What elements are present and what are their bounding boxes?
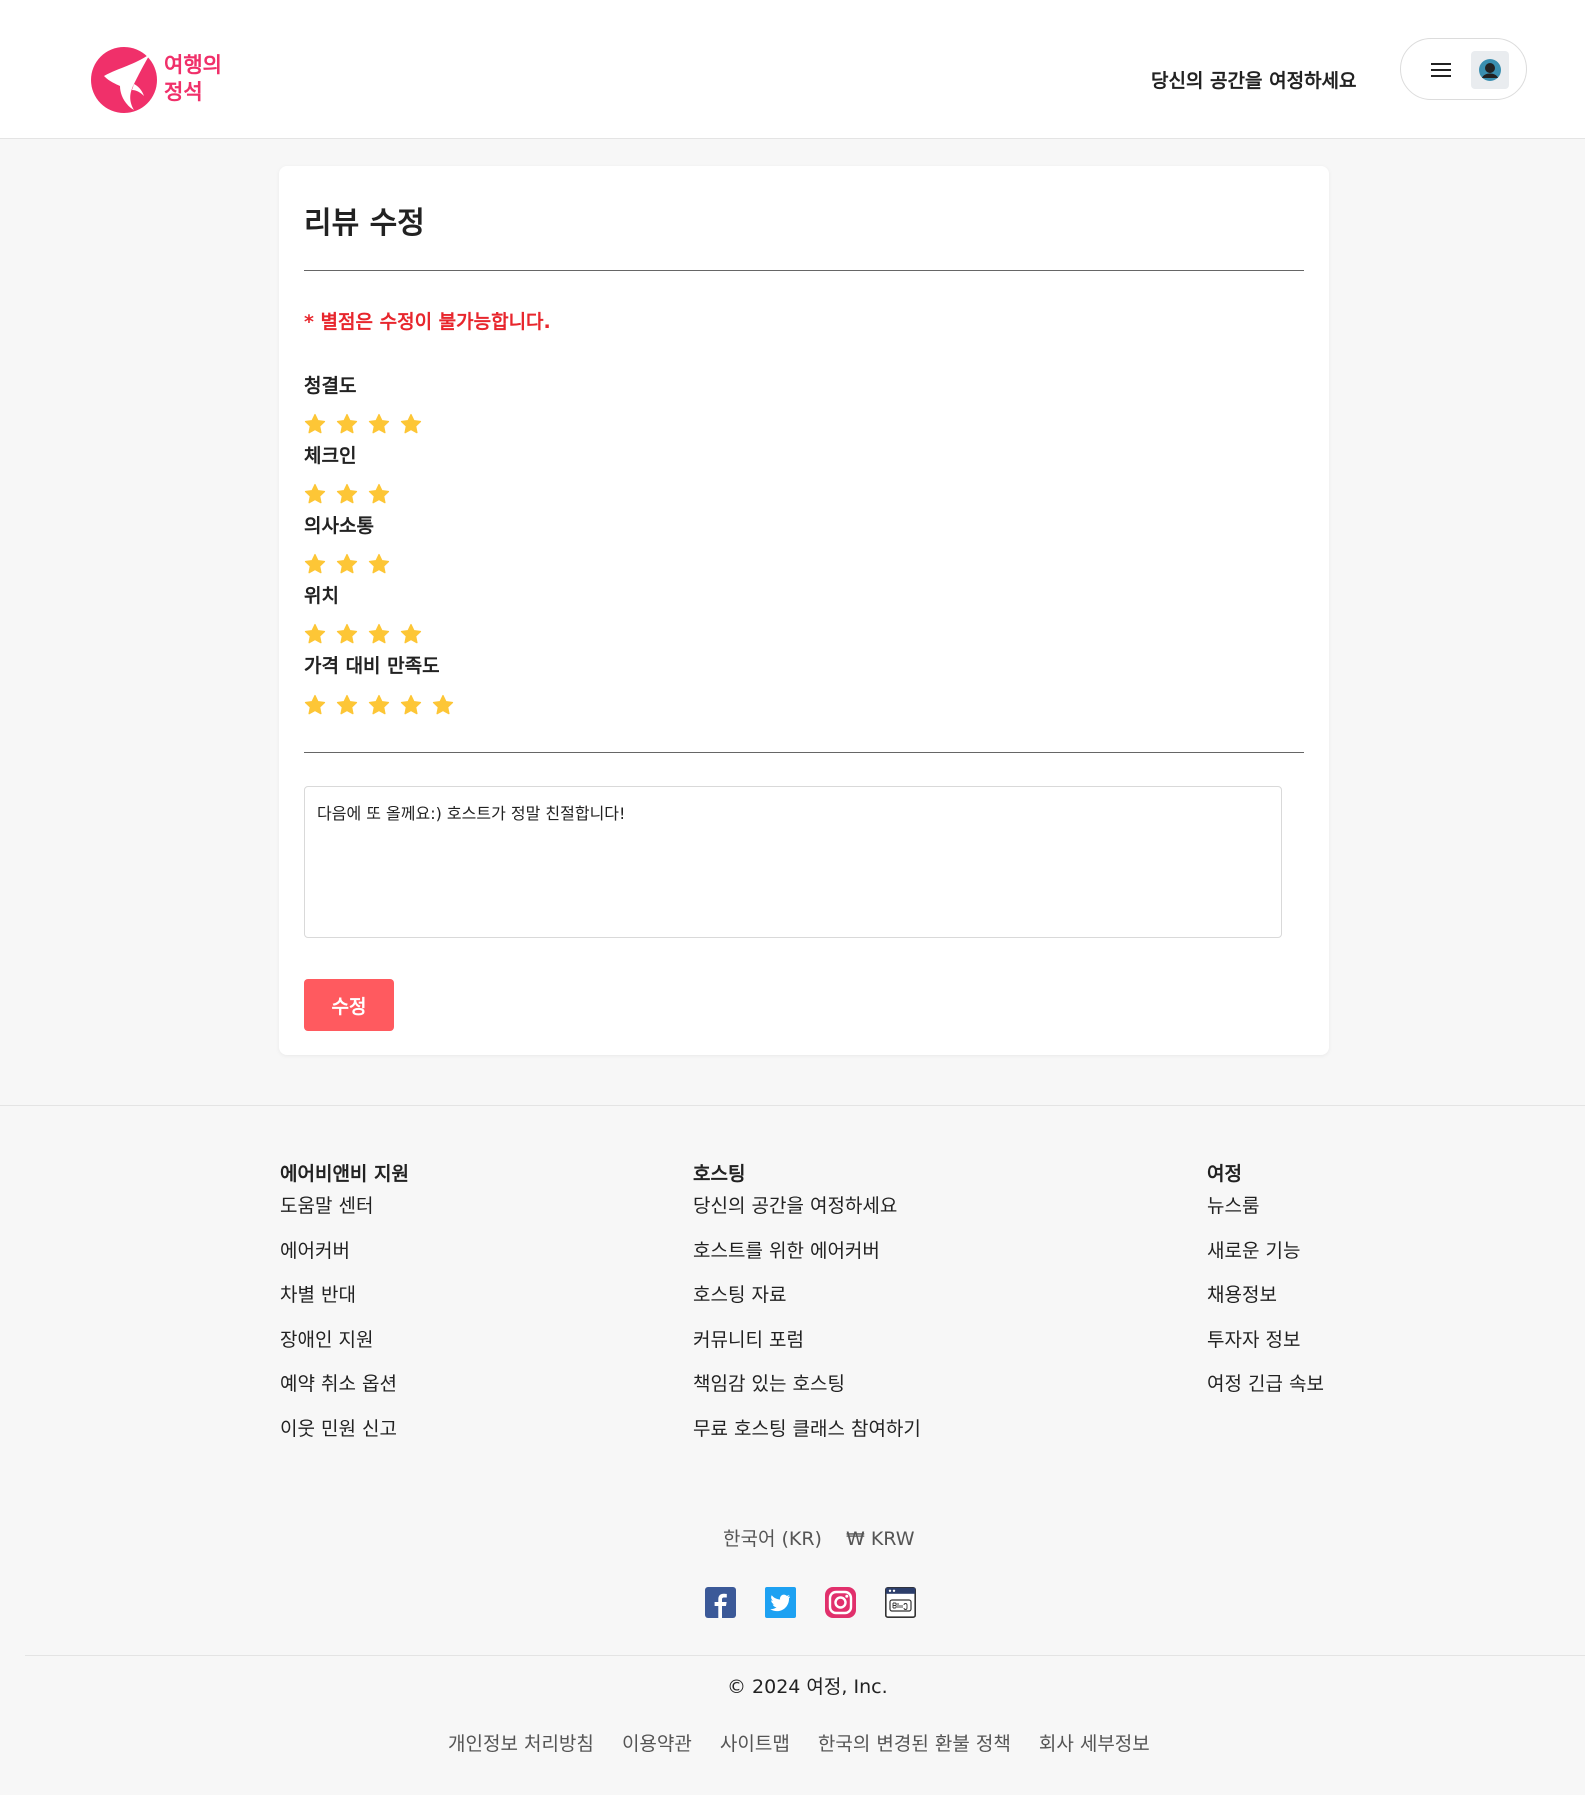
footer-link[interactable]: 도움말 센터 — [280, 1191, 409, 1236]
refund-policy-link[interactable]: 한국의 변경된 환불 정책 — [818, 1733, 1011, 1755]
rating-stars-checkin — [304, 483, 400, 507]
rating-label-checkin: 체크인 — [304, 445, 357, 467]
social-links — [705, 1587, 940, 1619]
star-icon — [368, 553, 390, 575]
footer-link[interactable]: 호스팅 자료 — [693, 1280, 921, 1325]
star-icon — [400, 623, 422, 645]
rating-label-cleanliness: 청결도 — [304, 375, 357, 397]
footer-column-hosting: 호스팅 당신의 공간을 여정하세요 호스트를 위한 에어커버 호스팅 자료 커뮤… — [693, 1159, 921, 1458]
footer: 에어비앤비 지원 도움말 센터 에어커버 차별 반대 장애인 지원 예약 취소 … — [0, 1105, 1585, 1795]
footer-link[interactable]: 당신의 공간을 여정하세요 — [693, 1191, 921, 1236]
star-icon — [336, 483, 358, 505]
footer-link[interactable]: 여정 긴급 속보 — [1207, 1369, 1324, 1414]
footer-heading: 에어비앤비 지원 — [280, 1163, 409, 1185]
submit-edit-button[interactable]: 수정 — [304, 979, 394, 1031]
footer-link[interactable]: 차별 반대 — [280, 1280, 409, 1325]
star-icon — [368, 694, 390, 716]
star-icon — [304, 413, 326, 435]
instagram-icon[interactable] — [825, 1587, 857, 1618]
star-icon — [400, 694, 422, 716]
avatar — [1471, 51, 1509, 89]
rating-stars-communication — [304, 553, 400, 577]
rating-label-communication: 의사소통 — [304, 515, 374, 537]
facebook-icon[interactable] — [705, 1587, 736, 1618]
review-edit-card: 리뷰 수정 * 별점은 수정이 불가능합니다. 청결도 체크인 의사소통 위치 … — [279, 166, 1329, 1055]
page-title: 리뷰 수정 — [304, 206, 425, 241]
star-icon — [400, 413, 422, 435]
footer-link[interactable]: 예약 취소 옵션 — [280, 1369, 409, 1414]
header: 여행의 정석 당신의 공간을 여정하세요 — [0, 0, 1585, 139]
star-icon — [336, 623, 358, 645]
divider — [304, 270, 1304, 271]
rating-edit-notice: * 별점은 수정이 불가능합니다. — [304, 311, 551, 333]
star-icon — [304, 623, 326, 645]
footer-link[interactable]: 커뮤니티 포럼 — [693, 1325, 921, 1370]
star-icon — [432, 694, 454, 716]
host-your-space-link[interactable]: 당신의 공간을 여정하세요 — [1151, 66, 1357, 93]
company-details-link[interactable]: 회사 세부정보 — [1039, 1733, 1150, 1755]
footer-link[interactable]: 채용정보 — [1207, 1280, 1324, 1325]
rating-stars-cleanliness — [304, 413, 432, 437]
rating-label-value: 가격 대비 만족도 — [304, 655, 440, 677]
star-icon — [336, 694, 358, 716]
footer-link[interactable]: 투자자 정보 — [1207, 1325, 1324, 1370]
review-textarea[interactable]: 다음에 또 올께요:) 호스트가 정말 친절합니다! — [304, 786, 1282, 938]
footer-column-support: 에어비앤비 지원 도움말 센터 에어커버 차별 반대 장애인 지원 예약 취소 … — [280, 1159, 409, 1458]
footer-link[interactable]: 에어커버 — [280, 1236, 409, 1281]
logo-text-line1: 여행의 — [164, 53, 222, 77]
footer-link[interactable]: 뉴스룸 — [1207, 1191, 1324, 1236]
star-icon — [304, 553, 326, 575]
footer-link[interactable]: 무료 호스팅 클래스 참여하기 — [693, 1414, 921, 1459]
footer-heading: 여정 — [1207, 1163, 1242, 1185]
terms-link[interactable]: 이용약관 — [622, 1733, 692, 1755]
footer-link[interactable]: 장애인 지원 — [280, 1325, 409, 1370]
star-icon — [336, 553, 358, 575]
star-icon — [368, 483, 390, 505]
divider — [304, 752, 1304, 753]
footer-link[interactable]: 새로운 기능 — [1207, 1236, 1324, 1281]
footer-heading: 호스팅 — [693, 1163, 746, 1185]
star-icon — [304, 694, 326, 716]
logo-icon — [91, 47, 157, 113]
star-icon — [368, 623, 390, 645]
star-icon — [304, 483, 326, 505]
copyright: © 2024 여정, Inc. — [727, 1676, 888, 1698]
divider — [25, 1655, 1585, 1656]
rating-stars-location — [304, 623, 432, 647]
rating-stars-value — [304, 694, 464, 718]
rating-label-location: 위치 — [304, 585, 339, 607]
footer-link[interactable]: 이웃 민원 신고 — [280, 1414, 409, 1459]
twitter-icon[interactable] — [765, 1587, 797, 1618]
star-icon — [368, 413, 390, 435]
blog-icon[interactable] — [885, 1587, 917, 1618]
hamburger-icon — [1431, 63, 1451, 77]
star-icon — [336, 413, 358, 435]
locale-selector[interactable]: 한국어 (KR) ₩ KRW — [723, 1524, 915, 1551]
footer-column-company: 여정 뉴스룸 새로운 기능 채용정보 투자자 정보 여정 긴급 속보 — [1207, 1159, 1324, 1414]
logo[interactable]: 여행의 정석 — [90, 46, 230, 114]
footer-link[interactable]: 호스트를 위한 에어커버 — [693, 1236, 921, 1281]
footer-link[interactable]: 책임감 있는 호스팅 — [693, 1369, 921, 1414]
logo-text-line2: 정석 — [164, 80, 203, 104]
currency-selector[interactable]: ₩ KRW — [846, 1528, 915, 1550]
sitemap-link[interactable]: 사이트맵 — [720, 1733, 790, 1755]
legal-links: 개인정보 처리방침 이용약관 사이트맵 한국의 변경된 환불 정책 회사 세부정… — [448, 1729, 1172, 1756]
logo-text: 여행의 정석 — [164, 52, 222, 106]
language-selector[interactable]: 한국어 (KR) — [723, 1528, 822, 1550]
user-avatar-icon — [1479, 59, 1501, 81]
privacy-policy-link[interactable]: 개인정보 처리방침 — [448, 1733, 594, 1755]
user-menu-button[interactable] — [1400, 38, 1527, 100]
